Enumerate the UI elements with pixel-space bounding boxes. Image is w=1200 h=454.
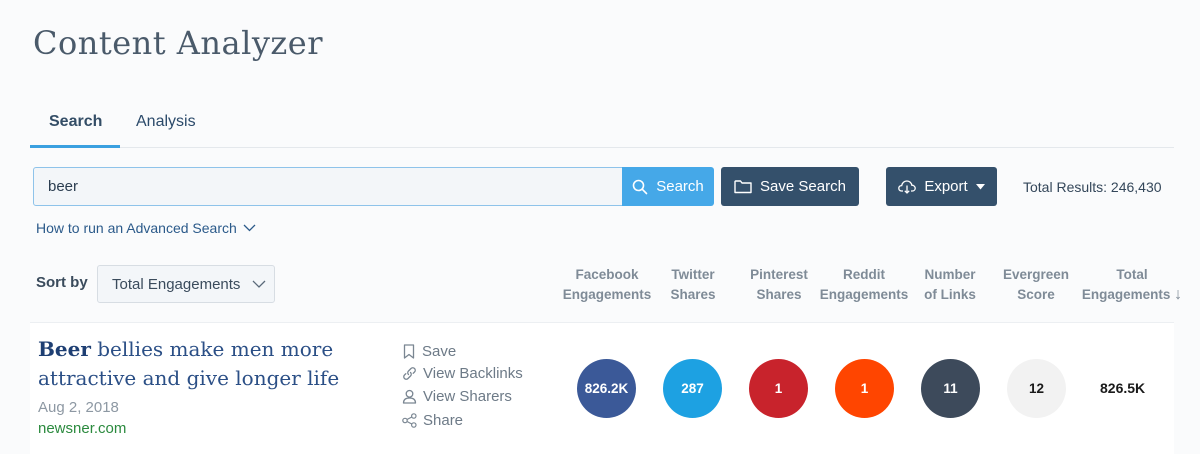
article-date: Aug 2, 2018: [38, 399, 119, 416]
save-search-button[interactable]: Save Search: [721, 167, 859, 206]
tab-search[interactable]: Search: [49, 113, 102, 131]
export-label: Export: [924, 178, 968, 195]
pinterest-shares-badge: 1: [749, 359, 808, 418]
column-header-total[interactable]: Total Engagements ↓: [1076, 265, 1188, 304]
bookmark-icon: [403, 344, 415, 359]
column-header-reddit[interactable]: Reddit Engagements: [814, 265, 914, 304]
search-button[interactable]: Search: [622, 167, 714, 206]
page-title: Content Analyzer: [33, 24, 323, 62]
search-icon: [632, 179, 648, 194]
total-results: Total Results: 246,430: [1023, 179, 1162, 195]
sort-select[interactable]: Total Engagements: [97, 265, 275, 303]
total-engagements-value: 826.5K: [1100, 380, 1146, 396]
column-header-evergreen[interactable]: Evergreen Score: [994, 265, 1078, 304]
article-title[interactable]: Beer bellies make men more attractive an…: [38, 335, 378, 392]
view-backlinks-action[interactable]: View Backlinks: [402, 365, 523, 382]
sort-label: Sort by: [36, 274, 88, 291]
view-sharers-action[interactable]: View Sharers: [402, 388, 512, 405]
article-domain[interactable]: newsner.com: [38, 420, 126, 437]
link-icon: [403, 367, 416, 380]
column-header-facebook[interactable]: Facebook Engagements: [556, 265, 658, 304]
save-action[interactable]: Save: [402, 343, 456, 360]
save-search-label: Save Search: [760, 178, 846, 195]
chevron-down-icon: [243, 224, 256, 232]
column-header-links[interactable]: Number of Links: [910, 265, 990, 304]
tab-bar: Search Analysis: [30, 108, 1174, 148]
caret-down-icon: [975, 183, 985, 189]
facebook-engagements-badge: 826.2K: [577, 359, 636, 418]
user-icon: [402, 389, 417, 404]
reddit-engagements-badge: 1: [835, 359, 894, 418]
tab-analysis[interactable]: Analysis: [136, 113, 196, 131]
number-of-links-badge[interactable]: 11: [921, 359, 980, 418]
result-row: Beer bellies make men more attractive an…: [30, 322, 1174, 454]
advanced-search-label: How to run an Advanced Search: [36, 220, 237, 236]
share-action[interactable]: Share: [402, 412, 463, 429]
search-button-label: Search: [656, 178, 704, 195]
search-input[interactable]: [33, 167, 623, 206]
column-header-pinterest[interactable]: Pinterest Shares: [738, 265, 820, 304]
folder-icon: [734, 180, 752, 194]
cloud-download-icon: [898, 180, 917, 194]
active-tab-indicator: [30, 145, 120, 148]
sort-selected-value: Total Engagements: [112, 275, 241, 293]
advanced-search-link[interactable]: How to run an Advanced Search: [36, 220, 256, 236]
export-button[interactable]: Export: [886, 167, 997, 206]
column-header-twitter[interactable]: Twitter Shares: [652, 265, 734, 304]
share-icon: [402, 413, 417, 428]
twitter-shares-badge: 287: [663, 359, 722, 418]
chevron-down-icon: [252, 280, 266, 288]
evergreen-score-badge: 12: [1007, 359, 1066, 418]
arrow-down-icon: ↓: [1174, 285, 1183, 303]
